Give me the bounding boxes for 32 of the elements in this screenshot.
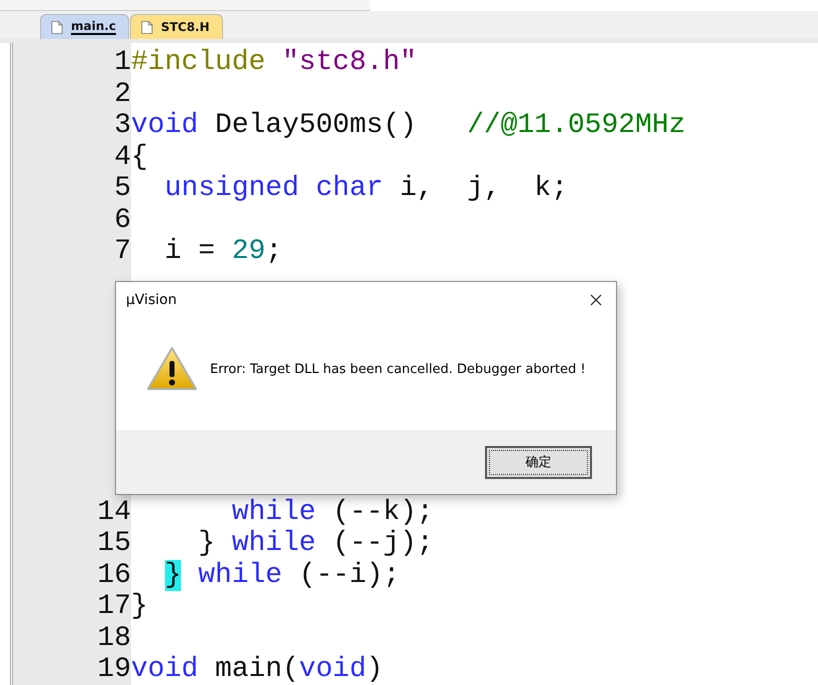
ok-button[interactable]: 确定 — [485, 446, 592, 478]
line-number: 1 — [114, 47, 131, 78]
line-number: 6 — [114, 204, 131, 236]
code-line: i = 29; — [164, 236, 282, 267]
code-line: { — [131, 142, 148, 172]
line-number: 16 — [97, 560, 131, 590]
code-line: #include "stc8.h" — [131, 47, 417, 78]
file-icon — [140, 20, 153, 34]
code-line: void Delay500ms() //@11.0592MHz — [131, 110, 686, 141]
line-number: 14 — [97, 496, 131, 528]
file-icon — [51, 20, 63, 34]
error-message: Error: Target DLL has been cancelled. Debugger aborted ! — [210, 362, 586, 376]
code-line: while (--k); — [230, 496, 434, 528]
warning-icon — [146, 346, 198, 392]
file-tab[interactable]: main.c — [40, 14, 129, 39]
line-number: 15 — [97, 528, 131, 559]
close-icon[interactable] — [590, 294, 602, 306]
file-tab[interactable]: STC8.H — [130, 14, 223, 39]
dialog-title: µVision — [126, 292, 177, 308]
code-line: void main(void) — [131, 654, 384, 685]
line-number: 7 — [114, 236, 131, 267]
code-line: } — [131, 591, 148, 622]
code-line: unsigned char i, j, k; — [164, 173, 568, 204]
code-line: } while (--i); — [164, 560, 400, 590]
line-number: 18 — [97, 622, 131, 654]
line-number: 5 — [114, 173, 131, 204]
code-line: } while (--j); — [197, 528, 434, 559]
line-number: 3 — [114, 110, 131, 141]
line-number: 19 — [97, 654, 131, 685]
line-number: 17 — [97, 591, 131, 622]
line-number: 2 — [114, 78, 131, 110]
line-number: 4 — [114, 142, 131, 172]
